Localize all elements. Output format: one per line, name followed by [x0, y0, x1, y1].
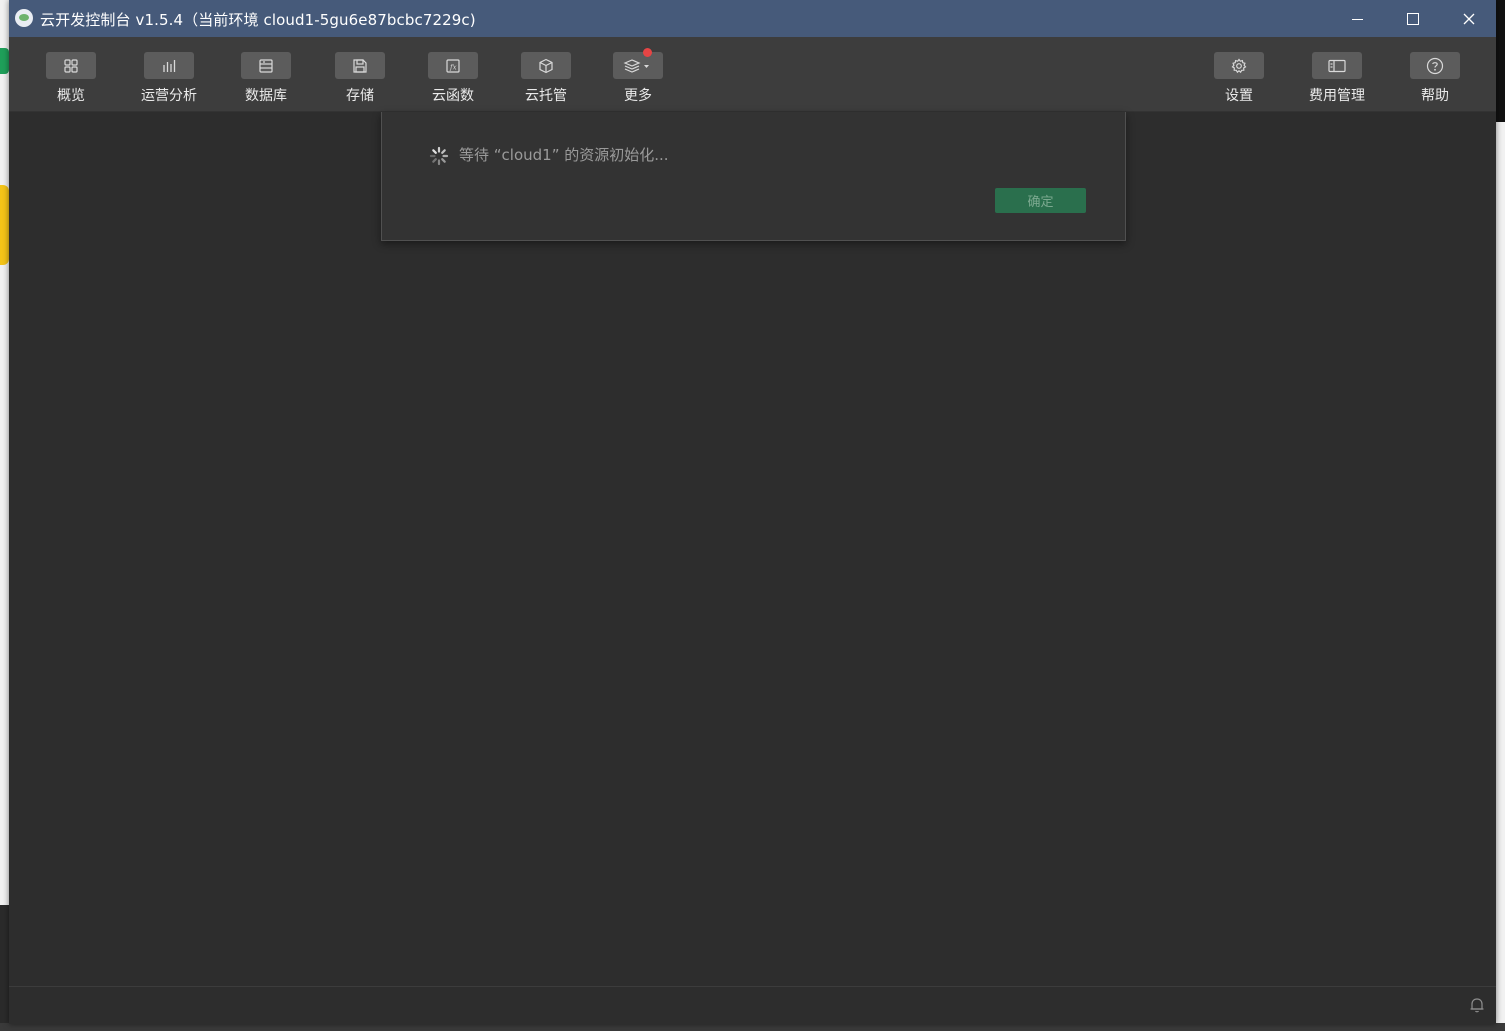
svg-text:fx: fx	[449, 63, 457, 71]
toolbar-database[interactable]: 数据库	[221, 37, 311, 111]
function-icon: fx	[428, 52, 478, 79]
taskbar-edge	[0, 1023, 1505, 1031]
toolbar-overview[interactable]: 概览	[26, 37, 116, 111]
toolbar-analytics[interactable]: 运营分析	[124, 37, 214, 111]
background-left-strip	[0, 0, 9, 1031]
background-black-block	[1496, 0, 1505, 122]
loading-spinner-icon	[429, 146, 449, 166]
background-yellow-tab	[0, 185, 9, 265]
toolbar-storage[interactable]: 存储	[315, 37, 405, 111]
bar-chart-icon	[144, 52, 194, 79]
close-button[interactable]	[1441, 0, 1497, 37]
confirm-button[interactable]: 确定	[995, 188, 1086, 213]
background-green-tab	[0, 48, 9, 74]
toolbar-billing-label: 费用管理	[1309, 88, 1365, 104]
minimize-icon	[1351, 18, 1363, 20]
close-icon	[1463, 13, 1475, 25]
database-icon	[241, 52, 291, 79]
toolbar-analytics-label: 运营分析	[141, 88, 197, 104]
toolbar-cloud-functions-label: 云函数	[432, 88, 474, 104]
background-dark-block	[0, 905, 9, 1031]
app-window: 云开发控制台 v1.5.4（当前环境 cloud1-5gu6e87bcbc722…	[9, 0, 1496, 1024]
toolbar-overview-label: 概览	[57, 88, 85, 104]
status-bar	[9, 986, 1496, 1024]
toolbar-cloud-hosting[interactable]: 云托管	[501, 37, 591, 111]
maximize-icon	[1407, 13, 1419, 25]
layers-icon	[613, 52, 663, 79]
background-right-strip	[1496, 0, 1505, 1031]
grid-icon	[46, 52, 96, 79]
toolbar-cloud-functions[interactable]: fx 云函数	[408, 37, 498, 111]
toolbar-more[interactable]: 更多	[593, 37, 683, 111]
minimize-button[interactable]	[1329, 0, 1385, 37]
toolbar-help[interactable]: 帮助	[1390, 37, 1480, 111]
window-title: 云开发控制台 v1.5.4（当前环境 cloud1-5gu6e87bcbc722…	[40, 11, 476, 29]
toolbar-settings[interactable]: 设置	[1194, 37, 1284, 111]
wechat-devtools-icon	[15, 9, 33, 27]
toolbar-more-label: 更多	[624, 88, 652, 104]
toolbar-billing[interactable]: 费用管理	[1292, 37, 1382, 111]
toolbar-storage-label: 存储	[346, 88, 374, 104]
help-icon	[1410, 52, 1460, 79]
loading-message: 等待 “cloud1” 的资源初始化...	[459, 146, 669, 164]
title-bar: 云开发控制台 v1.5.4（当前环境 cloud1-5gu6e87bcbc722…	[9, 0, 1496, 37]
notification-dot	[643, 48, 652, 57]
toolbar-settings-label: 设置	[1225, 88, 1253, 104]
save-icon	[335, 52, 385, 79]
toolbar-help-label: 帮助	[1421, 88, 1449, 104]
toolbar-cloud-hosting-label: 云托管	[525, 88, 567, 104]
main-toolbar: 概览 运营分析 数据库 存储 fx 云函数 云托管 更多 设置 费用管理 帮助	[9, 37, 1496, 112]
gear-icon	[1214, 52, 1264, 79]
loading-dialog: 等待 “cloud1” 的资源初始化... 确定	[381, 112, 1126, 241]
cube-icon	[521, 52, 571, 79]
bell-icon[interactable]	[1468, 996, 1486, 1014]
toolbar-database-label: 数据库	[245, 88, 287, 104]
maximize-button[interactable]	[1385, 0, 1441, 37]
billing-icon	[1312, 52, 1362, 79]
